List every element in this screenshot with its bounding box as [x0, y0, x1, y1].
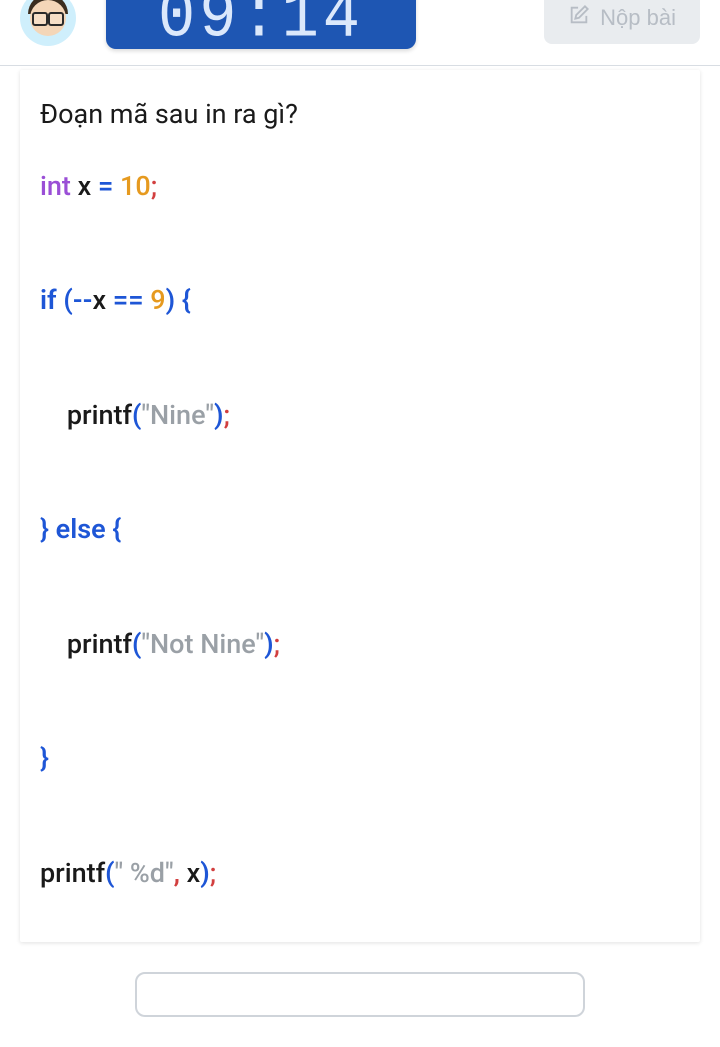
top-bar: 09:14 Nộp bài: [0, 0, 720, 66]
question-card: Đoạn mã sau in ra gì? int x = 10; if (--…: [20, 70, 700, 942]
edit-icon: [568, 4, 590, 32]
content-area: Đoạn mã sau in ra gì? int x = 10; if (--…: [0, 70, 720, 1047]
timer-value: 09:14: [158, 0, 364, 49]
countdown-timer: 09:14: [106, 0, 416, 49]
question-prompt: Đoạn mã sau in ra gì?: [40, 98, 680, 130]
code-block: int x = 10; if (--x == 9) { printf("Nine…: [40, 158, 680, 902]
answer-row: [20, 942, 700, 1017]
answer-input[interactable]: [135, 972, 585, 1017]
avatar[interactable]: [20, 0, 76, 46]
submit-label: Nộp bài: [600, 5, 676, 31]
submit-button[interactable]: Nộp bài: [544, 0, 700, 44]
